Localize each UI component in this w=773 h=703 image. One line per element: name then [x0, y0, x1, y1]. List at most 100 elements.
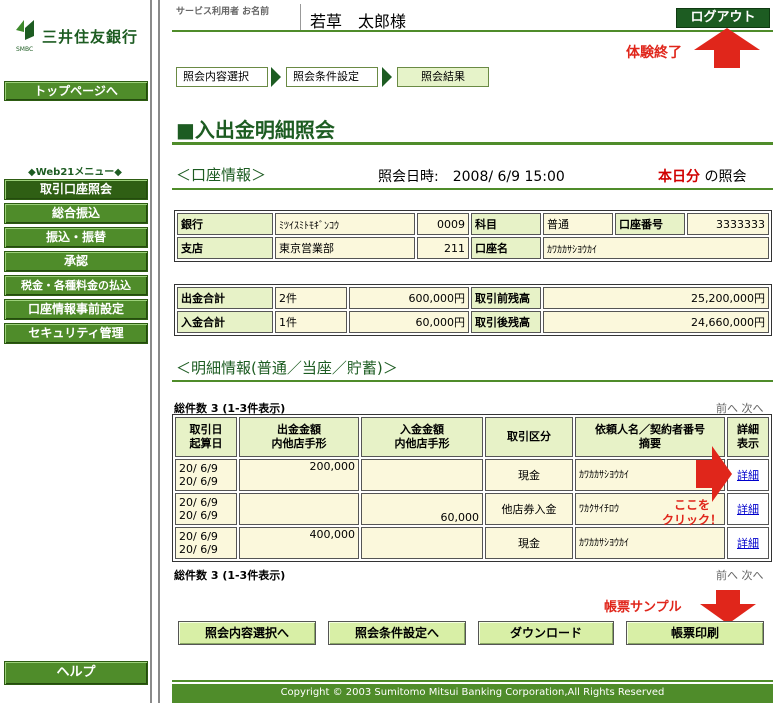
- col-type: 取引区分: [485, 417, 573, 457]
- arrow-right-icon: [696, 446, 732, 502]
- chevron-right-icon: [271, 67, 281, 87]
- bank-logo-icon: [16, 20, 34, 40]
- account-number-value: 3333333: [687, 213, 769, 235]
- arrow-up-icon: [694, 28, 760, 68]
- menu-item-security[interactable]: セキュリティ管理: [4, 323, 148, 344]
- table-row: 20/ 6/9 20/ 6/9 200,000 現金 ｶﾜｶｶｻｼﾖｳｶｲ 詳細: [175, 459, 769, 491]
- top-page-button[interactable]: トップページへ: [4, 81, 148, 101]
- today-suffix: の照会: [700, 169, 747, 185]
- summary-table: 出金合計 2件 600,000円 取引前残高 25,200,000円 入金合計 …: [174, 284, 772, 336]
- breadcrumb-condition: 照会条件設定: [286, 67, 378, 87]
- account-name-value: ｶﾜｶｶｻｼﾖｳｶｲ: [543, 237, 769, 259]
- menu-item-account-inquiry[interactable]: 取引口座照会: [4, 179, 148, 200]
- row-type: 他店券入金: [485, 493, 573, 525]
- menu-title: ◆Web21メニュー◆: [28, 167, 122, 178]
- menu-item-account-setup[interactable]: 口座情報事前設定: [4, 299, 148, 320]
- row-out: 400,000: [239, 527, 359, 559]
- subject-label: 科目: [471, 213, 541, 235]
- divider: [158, 0, 160, 703]
- row-name: ｶﾜｶｶｻｼﾖｳｶｲ: [575, 527, 725, 559]
- bank-abbr: SMBC: [16, 46, 34, 53]
- row-out: 200,000: [239, 459, 359, 491]
- balance-before-label: 取引前残高: [471, 287, 541, 309]
- annotation-click: ここを クリック！: [661, 498, 722, 527]
- detail-table: 取引日 起算日 出金金額 内他店手形 入金金額 内他店手形 取引区分 依頼人名／…: [172, 414, 772, 562]
- footer-line: [172, 680, 773, 682]
- menu-item-approval[interactable]: 承認: [4, 251, 148, 272]
- in-total-label: 入金合計: [177, 311, 273, 333]
- out-total-label: 出金合計: [177, 287, 273, 309]
- account-number-label: 口座番号: [615, 213, 685, 235]
- row-date: 20/ 6/9 20/ 6/9: [175, 527, 237, 559]
- back-to-condition-button[interactable]: 照会条件設定へ: [328, 621, 466, 645]
- bank-value: ﾐﾂｲｽﾐﾄﾓｷﾞﾝｺｳ: [275, 213, 415, 235]
- user-label: サービス利用者 お名前: [176, 7, 270, 17]
- inquiry-date: 照会日時: 2008/ 6/9 15:00: [378, 169, 565, 185]
- menu-item-tax-payment[interactable]: 税金・各種料金の払込: [4, 275, 148, 296]
- row-type: 現金: [485, 527, 573, 559]
- download-button[interactable]: ダウンロード: [478, 621, 614, 645]
- annotation-end: 体験終了: [626, 45, 682, 61]
- annotation-sample: 帳票サンプル: [604, 600, 682, 615]
- bank-logo: 三井住友銀行 SMBC: [14, 18, 150, 58]
- help-button[interactable]: ヘルプ: [4, 661, 148, 685]
- breadcrumb-result: 照会結果: [397, 67, 489, 87]
- detail-heading: ＜明細情報(普通／当座／貯蓄)＞: [176, 359, 398, 377]
- user-name: 若草 太郎様: [310, 12, 407, 31]
- table-row: 20/ 6/9 20/ 6/9 400,000 現金 ｶﾜｶｶｻｼﾖｳｶｲ 詳細: [175, 527, 769, 559]
- count-bottom: 総件数 3 (1-3件表示): [174, 569, 286, 582]
- col-date: 取引日 起算日: [175, 417, 237, 457]
- left-nav: 三井住友銀行 SMBC トップページへ ◆Web21メニュー◆ 取引口座照会 総…: [0, 0, 150, 703]
- balance-after-label: 取引後残高: [471, 311, 541, 333]
- page: 三井住友銀行 SMBC トップページへ ◆Web21メニュー◆ 取引口座照会 総…: [0, 0, 773, 703]
- today-prefix: 本日分: [658, 169, 700, 185]
- page-title: ■入出金明細照会: [176, 118, 335, 142]
- in-amount: 60,000円: [349, 311, 469, 333]
- divider: [150, 0, 152, 703]
- row-in: [361, 527, 483, 559]
- branch-label: 支店: [177, 237, 273, 259]
- out-amount: 600,000円: [349, 287, 469, 309]
- in-count: 1件: [275, 311, 347, 333]
- row-in: 60,000: [361, 493, 483, 525]
- subject-value: 普通: [543, 213, 613, 235]
- account-name-label: 口座名: [471, 237, 541, 259]
- detail-link[interactable]: 詳細: [737, 537, 759, 550]
- col-detail: 詳細 表示: [727, 417, 769, 457]
- balance-after-value: 24,660,000円: [543, 311, 769, 333]
- section-line: [172, 380, 773, 382]
- bank-label: 銀行: [177, 213, 273, 235]
- arrow-down-icon: [700, 590, 756, 624]
- bank-code: 0009: [417, 213, 469, 235]
- pager-bottom[interactable]: 前へ 次へ: [716, 567, 764, 583]
- row-type: 現金: [485, 459, 573, 491]
- row-date: 20/ 6/9 20/ 6/9: [175, 493, 237, 525]
- detail-link[interactable]: 詳細: [737, 503, 759, 516]
- detail-link[interactable]: 詳細: [737, 469, 759, 482]
- footer-copyright: Copyright © 2003 Sumitomo Mitsui Banking…: [172, 684, 773, 703]
- row-in: [361, 459, 483, 491]
- bank-name: 三井住友銀行: [42, 28, 139, 46]
- row-date: 20/ 6/9 20/ 6/9: [175, 459, 237, 491]
- print-button[interactable]: 帳票印刷: [626, 621, 764, 645]
- branch-value: 東京営業部: [275, 237, 415, 259]
- menu-item-bulk-transfer[interactable]: 総合振込: [4, 203, 148, 224]
- col-in: 入金金額 内他店手形: [361, 417, 483, 457]
- balance-before-value: 25,200,000円: [543, 287, 769, 309]
- section-line: [172, 188, 773, 190]
- chevron-right-icon: [382, 67, 392, 87]
- account-heading: ＜口座情報＞: [176, 166, 267, 184]
- row-out: [239, 493, 359, 525]
- breadcrumb-select: 照会内容選択: [176, 67, 268, 87]
- today-label: 本日分 の照会: [658, 166, 746, 186]
- branch-code: 211: [417, 237, 469, 259]
- out-count: 2件: [275, 287, 347, 309]
- divider: [300, 4, 301, 30]
- title-line: [172, 142, 773, 145]
- logout-button[interactable]: ログアウト: [676, 8, 770, 28]
- back-to-select-button[interactable]: 照会内容選択へ: [178, 621, 316, 645]
- menu-item-transfer[interactable]: 振込・振替: [4, 227, 148, 248]
- col-out: 出金金額 内他店手形: [239, 417, 359, 457]
- header-line: [172, 30, 773, 32]
- account-table: 銀行 ﾐﾂｲｽﾐﾄﾓｷﾞﾝｺｳ 0009 科目 普通 口座番号 3333333 …: [174, 210, 772, 262]
